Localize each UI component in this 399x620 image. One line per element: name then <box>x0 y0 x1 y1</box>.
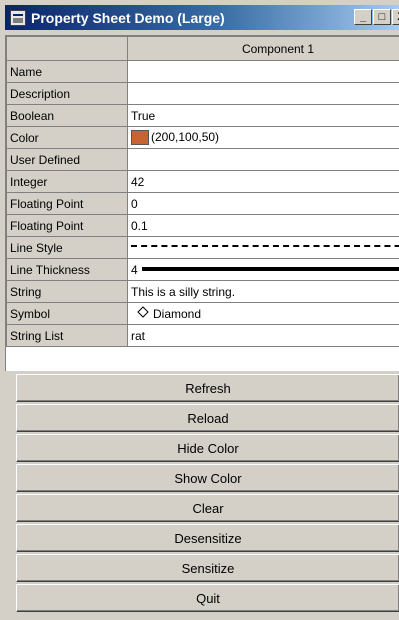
row-label: Boolean <box>6 104 128 127</box>
corner-cell <box>6 36 128 61</box>
description-value[interactable] <box>127 82 399 105</box>
floating-point-value-2[interactable]: 0.1 <box>127 214 399 237</box>
table-row: Description <box>6 82 399 105</box>
color-text: (200,100,50) <box>151 129 220 144</box>
row-label: Line Thickness <box>6 258 128 281</box>
hide-color-button[interactable]: Hide Color <box>16 434 399 462</box>
close-button[interactable]: X <box>392 9 399 25</box>
table-row: Floating Point 0 <box>6 192 399 215</box>
reload-button[interactable]: Reload <box>16 404 399 432</box>
name-value[interactable] <box>127 60 399 83</box>
table-row: Boolean True <box>6 104 399 127</box>
app-window: Property Sheet Demo (Large) _ □ X Compon… <box>0 0 399 620</box>
boolean-value[interactable]: True <box>127 104 399 127</box>
row-label: Floating Point <box>6 214 128 237</box>
minimize-button[interactable]: _ <box>354 9 372 25</box>
row-label: Symbol <box>6 302 128 325</box>
property-grid: Component 1 Name Description Boolean Tru… <box>6 36 399 347</box>
row-label: User Defined <box>6 148 128 171</box>
table-row: Line Thickness 4 <box>6 258 399 281</box>
user-defined-value[interactable] <box>127 148 399 171</box>
show-color-button[interactable]: Show Color <box>16 464 399 492</box>
table-row: Name <box>6 60 399 83</box>
table-row: User Defined <box>6 148 399 171</box>
title-bar[interactable]: Property Sheet Demo (Large) _ □ X <box>5 5 399 30</box>
row-label: Line Style <box>6 236 128 259</box>
line-style-value[interactable] <box>127 236 399 259</box>
string-value[interactable]: This is a silly string. <box>127 280 399 303</box>
row-label: String <box>6 280 128 303</box>
caption-buttons: _ □ X <box>353 9 399 25</box>
table-row: Integer 42 <box>6 170 399 193</box>
diamond-icon <box>137 306 149 318</box>
color-value[interactable]: (200,100,50) <box>127 126 399 149</box>
string-list-value[interactable]: rat <box>127 324 399 347</box>
color-swatch[interactable] <box>131 130 149 146</box>
table-row: Floating Point 0.1 <box>6 214 399 237</box>
desensitize-button[interactable]: Desensitize <box>16 524 399 552</box>
property-sheet: Component 1 Name Description Boolean Tru… <box>5 35 399 371</box>
maximize-button[interactable]: □ <box>373 9 391 25</box>
sensitize-button[interactable]: Sensitize <box>16 554 399 582</box>
app-icon[interactable] <box>10 9 26 26</box>
line-thickness-value[interactable]: 4 <box>127 258 399 281</box>
clear-button[interactable]: Clear <box>16 494 399 522</box>
table-row: Symbol Diamond <box>6 302 399 325</box>
header-row: Component 1 <box>6 36 399 61</box>
row-label: Integer <box>6 170 128 193</box>
button-panel: Refresh Reload Hide Color Show Color Cle… <box>16 374 399 614</box>
column-header[interactable]: Component 1 <box>127 36 399 61</box>
symbol-value[interactable]: Diamond <box>127 302 399 325</box>
dashed-line-sample <box>131 245 399 248</box>
symbol-text: Diamond <box>153 307 202 321</box>
table-row: Color (200,100,50) <box>6 126 399 149</box>
row-label: Name <box>6 60 128 83</box>
quit-button[interactable]: Quit <box>16 584 399 612</box>
table-row: String This is a silly string. <box>6 280 399 303</box>
floating-point-value[interactable]: 0 <box>127 192 399 215</box>
row-label: Floating Point <box>6 192 128 215</box>
table-row: String List rat <box>6 324 399 347</box>
row-label: Color <box>6 126 128 149</box>
thickness-number: 4 <box>131 262 138 277</box>
refresh-button[interactable]: Refresh <box>16 374 399 402</box>
integer-value[interactable]: 42 <box>127 170 399 193</box>
table-row: Line Style <box>6 236 399 259</box>
row-label: Description <box>6 82 128 105</box>
thick-line-sample <box>141 267 399 272</box>
row-label: String List <box>6 324 128 347</box>
window-title: Property Sheet Demo (Large) <box>31 9 225 26</box>
